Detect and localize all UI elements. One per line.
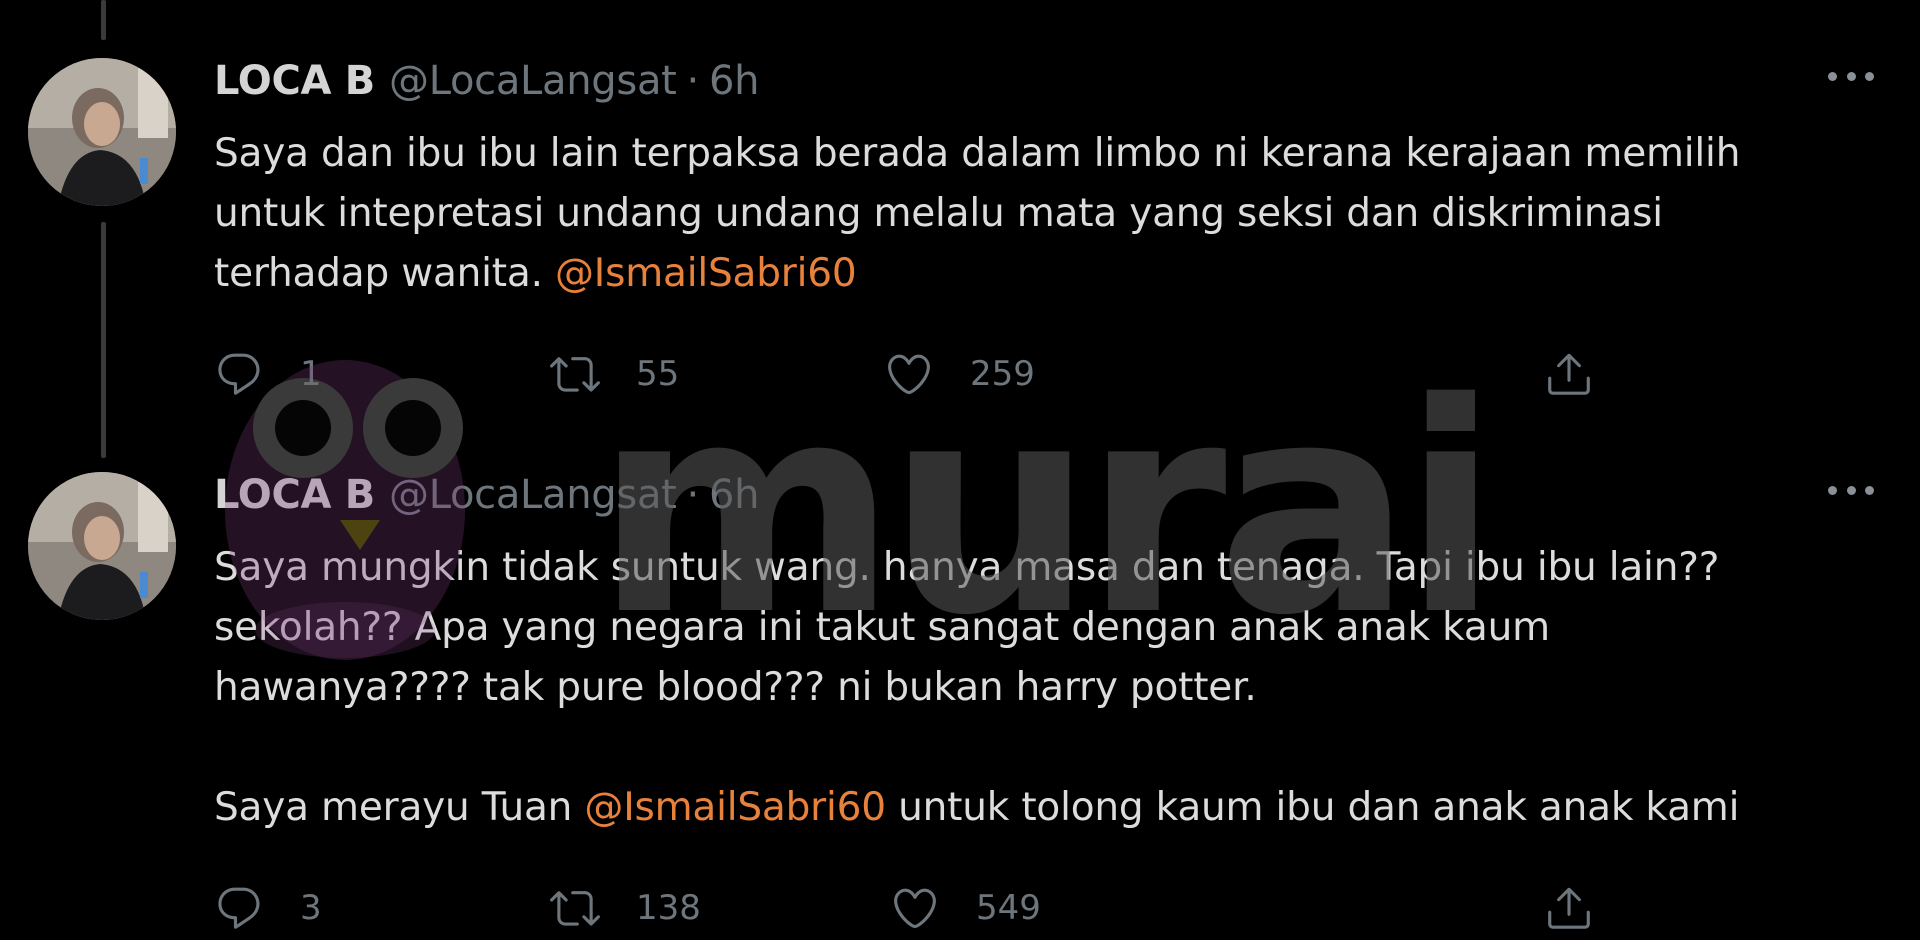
share-icon (1548, 887, 1590, 929)
tweet-text: Saya mungkin tidak suntuk wang. hanya ma… (214, 538, 1814, 838)
retweet-count: 55 (636, 354, 680, 394)
tweet-paragraph: Saya dan ibu ibu lain terpaksa berada da… (214, 124, 1814, 304)
tweet-header: LOCA B @LocaLangsat · 6h (214, 472, 1874, 532)
more-icon[interactable] (1828, 68, 1874, 84)
tweet-text-segment: untuk tolong kaum ibu dan anak anak kami (885, 785, 1740, 830)
more-icon[interactable] (1828, 482, 1874, 498)
thread-line-connector (101, 222, 106, 458)
timestamp[interactable]: 6h (709, 472, 760, 518)
heart-icon (894, 888, 936, 929)
like-button[interactable]: 549 (890, 878, 1041, 938)
tweet[interactable]: LOCA B @LocaLangsat · 6h Saya dan ibu ib… (214, 58, 1874, 395)
display-name[interactable]: LOCA B (214, 472, 375, 518)
tweet[interactable]: LOCA B @LocaLangsat · 6h Saya mungkin ti… (214, 472, 1874, 929)
share-button[interactable] (1544, 878, 1594, 938)
retweet-count: 138 (636, 888, 701, 928)
retweet-button[interactable]: 138 (550, 878, 701, 938)
tweet-text: Saya dan ibu ibu lain terpaksa berada da… (214, 124, 1814, 304)
retweet-icon (550, 357, 600, 392)
retweet-button[interactable]: 55 (550, 344, 679, 404)
heart-icon (888, 354, 930, 395)
mention-link[interactable]: @IsmailSabri60 (555, 251, 857, 296)
share-button[interactable] (1544, 344, 1594, 404)
thread-line-top (101, 0, 106, 40)
retweet-icon (550, 891, 600, 926)
tweet-text-segment: Saya merayu Tuan (214, 785, 585, 830)
mention-link[interactable]: @IsmailSabri60 (584, 785, 886, 830)
avatar[interactable] (28, 58, 176, 206)
reply-button[interactable]: 3 (214, 878, 322, 938)
tweet-paragraph: Saya mungkin tidak suntuk wang. hanya ma… (214, 538, 1794, 718)
like-count: 259 (970, 354, 1035, 394)
tweet-text-segment: Saya dan ibu ibu lain terpaksa berada da… (214, 131, 1741, 296)
avatar[interactable] (28, 472, 176, 620)
user-handle[interactable]: @LocaLangsat (389, 58, 677, 104)
separator-dot: · (686, 58, 700, 104)
tweet-header: LOCA B @LocaLangsat · 6h (214, 58, 1874, 118)
user-handle[interactable]: @LocaLangsat (389, 472, 677, 518)
timestamp[interactable]: 6h (709, 58, 760, 104)
tweet-text-segment: Saya mungkin tidak suntuk wang. hanya ma… (214, 545, 1720, 710)
reply-icon (218, 353, 260, 395)
reply-count: 3 (300, 888, 322, 928)
reply-button[interactable]: 1 (214, 344, 322, 404)
tweet-actions: 1 55 259 (214, 344, 1614, 404)
reply-count: 1 (300, 354, 322, 394)
display-name[interactable]: LOCA B (214, 58, 375, 104)
like-count: 549 (976, 888, 1041, 928)
tweet-actions: 3 138 549 (214, 878, 1614, 938)
share-icon (1548, 353, 1590, 395)
reply-icon (218, 887, 260, 929)
separator-dot: · (686, 472, 700, 518)
like-button[interactable]: 259 (884, 344, 1035, 404)
tweet-paragraph: Saya merayu Tuan @IsmailSabri60 untuk to… (214, 778, 1814, 838)
